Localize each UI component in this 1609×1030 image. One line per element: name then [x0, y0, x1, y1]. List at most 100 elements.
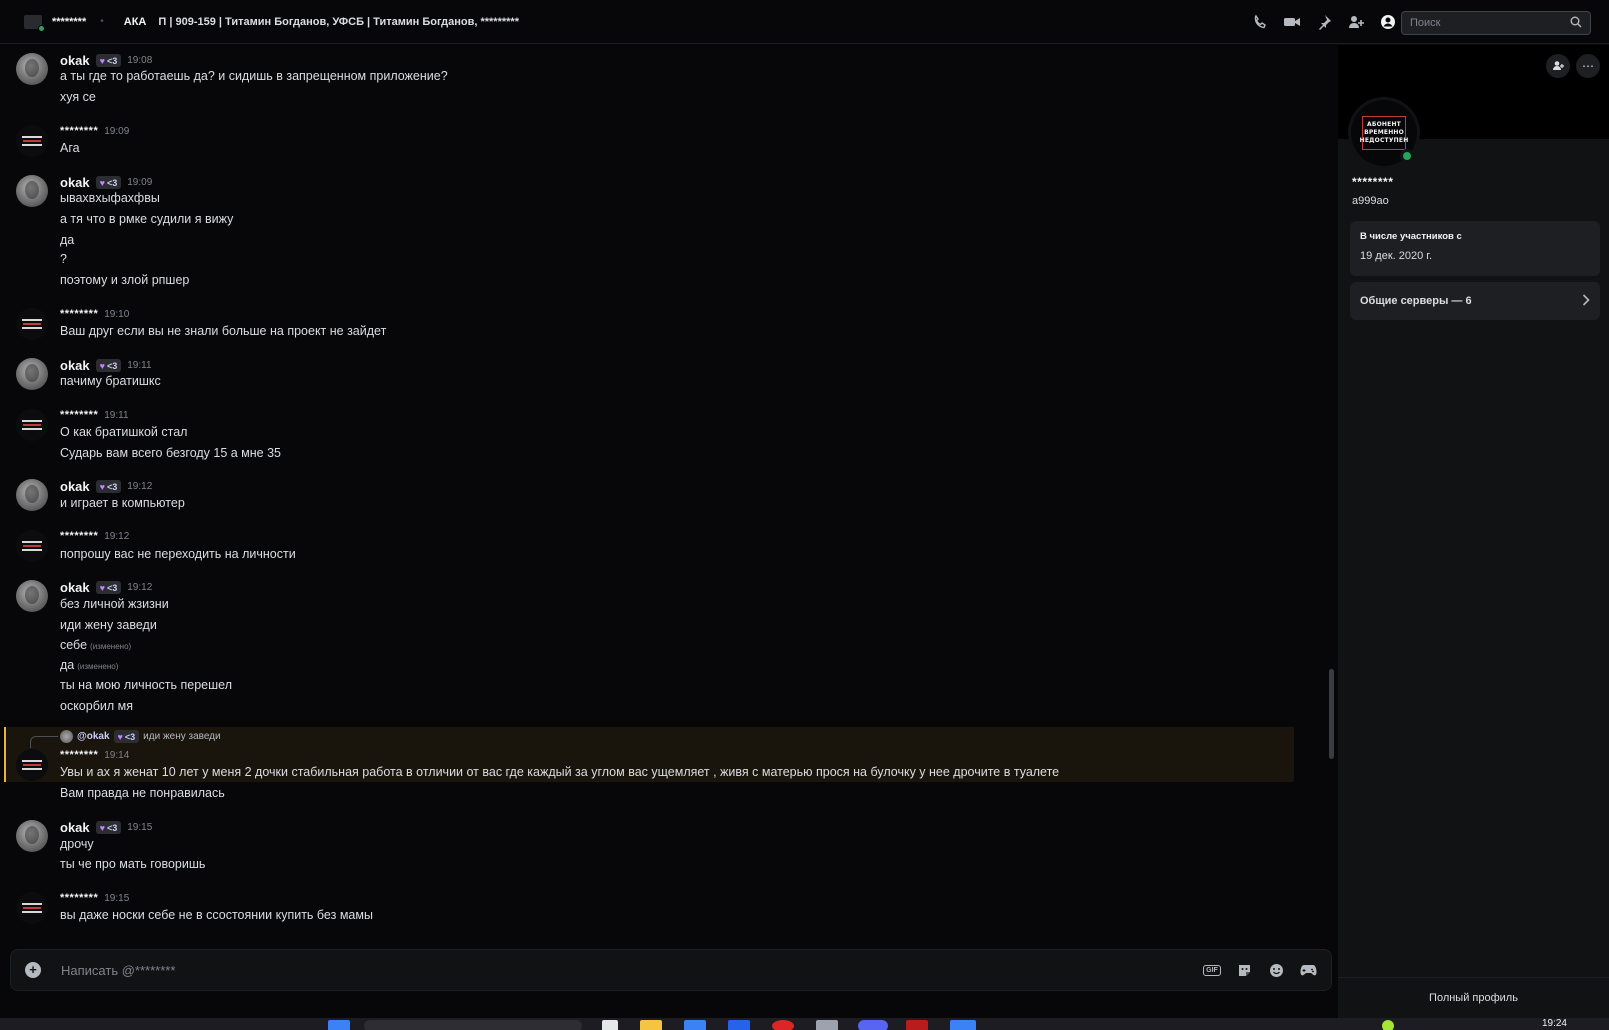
author-avatar[interactable] — [16, 175, 48, 207]
guild-tag[interactable]: ♥ <3 — [95, 54, 122, 67]
author-name[interactable]: ******** — [60, 409, 98, 421]
add-friend-icon[interactable] — [1546, 54, 1570, 78]
guild-tag-text: <3 — [106, 177, 118, 188]
guild-tag[interactable]: ♥ <3 — [95, 359, 122, 372]
opera-icon[interactable] — [772, 1020, 794, 1030]
scrollbar-thumb[interactable] — [1329, 669, 1334, 759]
message-line: вы даже носки себе не в ссостоянии купит… — [60, 908, 373, 922]
online-status-dot — [38, 24, 45, 32]
guild-tag-text: <3 — [124, 731, 136, 742]
message-line: попрошу вас не переходить на личности — [60, 547, 296, 561]
timestamp: 19:10 — [104, 308, 130, 320]
taskbar-app-icon[interactable] — [684, 1020, 706, 1030]
message-line: Вам правда не понравилась — [60, 786, 225, 800]
author-name[interactable]: ******** — [60, 892, 98, 904]
heart-icon: ♥ — [99, 822, 105, 833]
author-name[interactable]: ******** — [60, 749, 98, 761]
phone-icon[interactable] — [1251, 13, 1269, 31]
group-title[interactable]: П | 909-159 | Титамин Богданов, УФСБ | Т… — [158, 16, 519, 28]
taskbar-app-icon[interactable] — [816, 1020, 838, 1030]
folder-icon[interactable] — [640, 1020, 662, 1030]
taskbar-search[interactable] — [364, 1020, 582, 1030]
taskbar-app-icon[interactable] — [950, 1020, 976, 1030]
emoji-icon[interactable] — [1267, 961, 1285, 979]
message-header: ******** 19:12 — [60, 530, 129, 542]
guild-tag[interactable]: ♥ <3 — [95, 581, 122, 594]
guild-tag-text: <3 — [106, 822, 118, 833]
add-member-icon[interactable] — [1347, 13, 1365, 31]
gif-icon[interactable]: GIF — [1203, 961, 1221, 979]
author-name[interactable]: okak — [60, 479, 90, 494]
search-input[interactable] — [1410, 17, 1570, 29]
guild-tag[interactable]: ♥ <3 — [113, 730, 140, 743]
dm-avatar[interactable] — [24, 14, 45, 32]
message-header: okak ♥ <3 19:11 — [60, 358, 152, 373]
taskbar-app-icon[interactable] — [602, 1020, 618, 1030]
heart-icon: ♥ — [99, 481, 105, 492]
dm-name[interactable]: ******** — [52, 16, 86, 28]
message-header: okak ♥ <3 19:12 — [60, 580, 152, 595]
guild-tag[interactable]: ♥ <3 — [95, 821, 122, 834]
author-avatar[interactable] — [16, 308, 48, 340]
message-header: okak ♥ <3 19:09 — [60, 175, 152, 190]
author-name[interactable]: okak — [60, 175, 90, 190]
guild-tag-text: <3 — [106, 481, 118, 492]
author-name[interactable]: okak — [60, 580, 90, 595]
video-icon[interactable] — [1283, 13, 1301, 31]
full-profile-button[interactable]: Полный профиль — [1338, 977, 1609, 1017]
edited-label: (изменено) — [90, 642, 132, 651]
guild-tag[interactable]: ♥ <3 — [95, 176, 122, 189]
author-name[interactable]: ******** — [60, 125, 98, 137]
start-icon[interactable] — [328, 1020, 350, 1030]
author-avatar[interactable] — [16, 530, 48, 562]
heart-icon: ♥ — [99, 582, 105, 593]
search-box[interactable] — [1401, 11, 1591, 35]
author-avatar[interactable] — [16, 125, 48, 157]
message-input[interactable] — [61, 962, 1203, 978]
author-avatar[interactable] — [16, 580, 48, 612]
profile-toggle-icon[interactable] — [1379, 13, 1397, 31]
discord-icon[interactable] — [858, 1020, 888, 1030]
taskbar-app-icon[interactable] — [906, 1020, 928, 1030]
member-since-label: В числе участников с — [1360, 231, 1462, 242]
mutual-servers-button[interactable]: Общие серверы — 6 — [1350, 282, 1600, 320]
message-line: без личной жзизни — [60, 597, 169, 611]
taskbar-clock[interactable]: 19:24 — [1542, 1018, 1567, 1029]
author-avatar[interactable] — [16, 479, 48, 511]
reply-mention[interactable]: @okak — [77, 731, 110, 742]
timestamp: 19:12 — [127, 481, 153, 492]
guild-tag[interactable]: ♥ <3 — [95, 480, 122, 493]
author-avatar[interactable] — [16, 409, 48, 441]
more-options-icon[interactable]: ⋯ — [1576, 54, 1600, 78]
taskbar-app-icon[interactable] — [728, 1020, 750, 1030]
author-avatar[interactable] — [16, 892, 48, 924]
timestamp: 19:12 — [104, 530, 130, 542]
sticker-icon[interactable] — [1235, 961, 1253, 979]
tray-icon[interactable] — [1382, 1020, 1394, 1030]
author-avatar[interactable] — [16, 749, 48, 781]
message-line: пачиму братишкс — [60, 374, 161, 388]
group-label[interactable]: АКА — [124, 16, 147, 28]
edited-label: (изменено) — [77, 662, 119, 671]
author-avatar[interactable] — [16, 53, 48, 85]
author-name[interactable]: ******** — [60, 530, 98, 542]
attach-plus-icon[interactable]: + — [25, 962, 41, 978]
pin-icon[interactable] — [1315, 13, 1333, 31]
author-avatar[interactable] — [16, 358, 48, 390]
message-list[interactable]: okak ♥ <3 19:08 а ты где то работаешь да?… — [0, 45, 1338, 945]
composer-actions: GIF — [1203, 961, 1317, 979]
author-name[interactable]: ******** — [60, 308, 98, 320]
member-since-card: В числе участников с 19 дек. 2020 г. — [1350, 221, 1600, 276]
chevron-right-icon — [1582, 293, 1590, 309]
author-avatar[interactable] — [16, 820, 48, 852]
author-name[interactable]: okak — [60, 53, 90, 68]
message-text: себе — [60, 638, 88, 652]
message-line: да — [60, 233, 75, 247]
author-name[interactable]: okak — [60, 358, 90, 373]
profile-display-name: ******** — [1352, 175, 1394, 189]
message-line: ты на мою личность перешел — [60, 678, 232, 692]
gamepad-icon[interactable] — [1299, 961, 1317, 979]
author-name[interactable]: okak — [60, 820, 90, 835]
reply-preview[interactable]: @okak ♥ <3 иди жену заведи — [60, 730, 221, 743]
member-since-value: 19 дек. 2020 г. — [1360, 250, 1433, 262]
